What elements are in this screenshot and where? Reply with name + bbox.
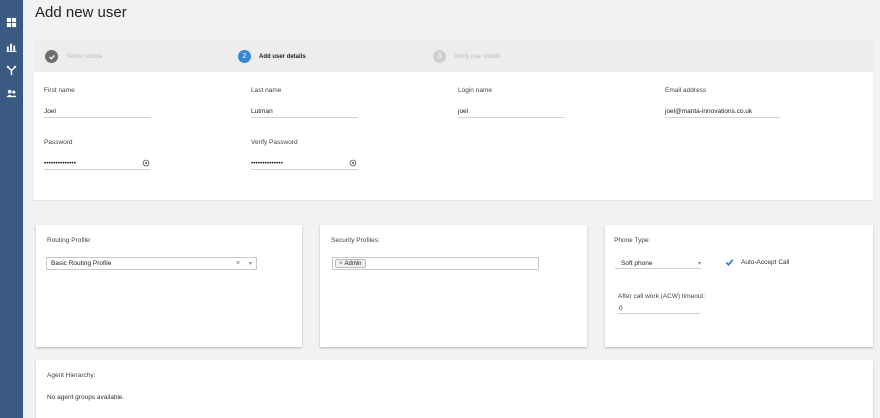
- password-input[interactable]: ••••••••••••••: [44, 159, 151, 170]
- dashboard-icon[interactable]: [6, 17, 17, 28]
- remove-tag-icon[interactable]: ×: [339, 261, 343, 267]
- routing-profile-value: Basic Routing Profile: [51, 260, 112, 267]
- step-label: Verify user details: [454, 53, 502, 60]
- security-profiles-title: Security Profiles:: [331, 237, 380, 244]
- clear-selection-icon[interactable]: ×: [236, 260, 240, 267]
- password-value: ••••••••••••••: [44, 160, 76, 167]
- show-password-icon[interactable]: [349, 159, 357, 167]
- security-profiles-panel: Security Profiles: × Admin: [320, 225, 587, 347]
- login-name-field: Login name joel: [458, 87, 565, 118]
- routing-icon[interactable]: [6, 65, 17, 76]
- email-label: Email address: [665, 87, 707, 94]
- step-add-user-details[interactable]: 2 Add user details: [238, 49, 306, 64]
- phone-type-panel: Phone Type: Soft phone ▾ Auto-Accept Cal…: [605, 225, 873, 347]
- phone-type-value: Soft phone: [621, 260, 653, 267]
- step-label: Add user details: [259, 53, 306, 60]
- wizard-steps: Select source 2 Add user details 3 Verif…: [34, 40, 873, 72]
- email-field: Email address joel@manta-innovations.co.…: [665, 87, 780, 118]
- users-icon[interactable]: [6, 88, 17, 99]
- routing-profile-select[interactable]: Basic Routing Profile × ▾: [46, 257, 257, 270]
- first-name-field: First name Joel: [44, 87, 151, 118]
- step-select-source[interactable]: Select source: [45, 49, 102, 64]
- email-input[interactable]: joel@manta-innovations.co.uk: [665, 108, 780, 118]
- show-password-icon[interactable]: [142, 159, 150, 167]
- password-label: Password: [44, 139, 73, 146]
- agent-hierarchy-message: No agent groups available.: [47, 394, 125, 401]
- step-number: 3: [433, 50, 446, 63]
- auto-accept-label: Auto-Accept Call: [741, 259, 790, 266]
- verify-password-field: Verify Password ••••••••••••••: [251, 139, 358, 170]
- auto-accept-checkbox[interactable]: [725, 258, 734, 267]
- security-profile-tag-label: Admin: [344, 260, 362, 267]
- phone-type-select[interactable]: Soft phone ▾: [615, 259, 701, 269]
- step-verify-user-details[interactable]: 3 Verify user details: [433, 49, 501, 64]
- chevron-down-icon[interactable]: ▾: [249, 260, 252, 267]
- agent-hierarchy-panel: Agent Hierarchy: No agent groups availab…: [36, 360, 873, 418]
- bar-chart-icon[interactable]: [6, 41, 17, 52]
- verify-password-value: ••••••••••••••: [251, 160, 283, 167]
- login-name-input[interactable]: joel: [458, 108, 565, 118]
- last-name-input[interactable]: Lutman: [251, 108, 358, 118]
- sidebar: [0, 0, 23, 418]
- routing-profile-panel: Routing Profile: Basic Routing Profile ×…: [36, 225, 302, 347]
- acw-timeout-input[interactable]: 0: [618, 304, 700, 314]
- password-field: Password ••••••••••••••: [44, 139, 151, 170]
- user-details-form: First name Joel Last name Lutman Login n…: [34, 72, 873, 201]
- verify-password-label: Verify Password: [251, 139, 298, 146]
- acw-timeout-label: After call work (ACW) timeout:: [618, 293, 706, 300]
- acw-timeout-value: 0: [619, 305, 623, 312]
- verify-password-input[interactable]: ••••••••••••••: [251, 159, 358, 170]
- first-name-input[interactable]: Joel: [44, 108, 151, 118]
- login-name-label: Login name: [458, 87, 492, 94]
- first-name-label: First name: [44, 87, 75, 94]
- last-name-field: Last name Lutman: [251, 87, 358, 118]
- step-label: Select source: [66, 53, 103, 60]
- page-title: Add new user: [35, 4, 127, 21]
- last-name-label: Last name: [251, 87, 282, 94]
- routing-profile-title: Routing Profile:: [47, 237, 92, 244]
- checkmark-icon: [45, 50, 58, 63]
- step-number: 2: [238, 50, 251, 63]
- security-profiles-select[interactable]: × Admin: [332, 257, 539, 270]
- phone-type-title: Phone Type:: [614, 237, 651, 244]
- security-profile-tag: × Admin: [335, 259, 366, 268]
- agent-hierarchy-title: Agent Hierarchy:: [47, 372, 96, 379]
- chevron-down-icon[interactable]: ▾: [698, 260, 701, 267]
